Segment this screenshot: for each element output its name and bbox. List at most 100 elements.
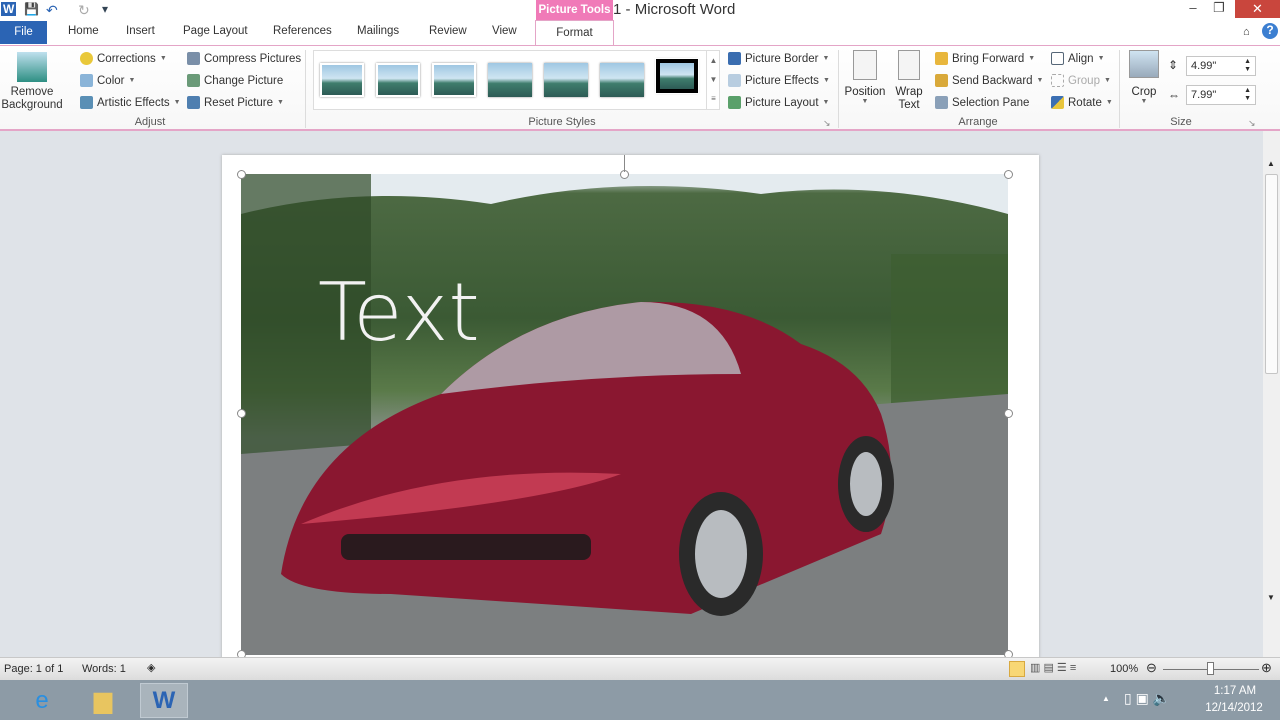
restore-button[interactable]: ❐ — [1205, 0, 1233, 18]
styles-dialog-launcher[interactable]: ↘ — [823, 118, 831, 129]
tab-review[interactable]: Review — [429, 25, 467, 37]
proofing-icon[interactable]: ◈ — [147, 661, 155, 674]
align-icon — [1051, 52, 1064, 65]
vertical-scrollbar[interactable]: ▲ ▼ — [1263, 131, 1280, 657]
status-bar: Page: 1 of 1 Words: 1 ◈ ▥ ▤ ☰ ≡ 100% ⊖ ⊕ — [0, 657, 1280, 680]
tab-insert[interactable]: Insert — [126, 25, 155, 37]
width-input[interactable]: 7.99" ▲ ▼ — [1186, 85, 1256, 105]
scroll-up-icon[interactable]: ▲ — [1267, 159, 1275, 168]
color-button[interactable]: Color ▼ — [80, 74, 135, 87]
picture-layout-icon — [728, 96, 741, 109]
reset-picture-icon — [187, 96, 200, 109]
picture-border-button[interactable]: Picture Border ▼ — [728, 52, 829, 65]
minimize-ribbon-icon[interactable]: ⌂ — [1243, 26, 1250, 38]
resize-handle[interactable] — [1004, 170, 1013, 179]
size-group-label: Size — [1170, 116, 1192, 128]
minimize-button[interactable]: – — [1179, 0, 1207, 18]
style-thumbnail[interactable] — [544, 63, 588, 97]
size-dialog-launcher[interactable]: ↘ — [1248, 118, 1256, 129]
scroll-thumb[interactable] — [1265, 174, 1278, 374]
window-title: Document1 - Microsoft Word — [544, 1, 736, 18]
tab-home[interactable]: Home — [68, 25, 99, 37]
ribbon-tabs: Home Insert Page Layout References Maili… — [0, 20, 1280, 45]
height-input[interactable]: 4.99" ▲ ▼ — [1186, 56, 1256, 76]
crop-icon — [1129, 50, 1159, 78]
tab-format[interactable]: Format — [535, 20, 614, 46]
tab-mailings[interactable]: Mailings — [357, 25, 399, 37]
tab-references[interactable]: References — [273, 25, 332, 37]
height-icon: ⇕ — [1168, 58, 1179, 72]
customize-qat-icon[interactable]: ▾ — [102, 2, 108, 16]
corrections-button[interactable]: Corrections ▼ — [80, 52, 167, 65]
tab-file[interactable]: File — [0, 21, 47, 44]
color-icon — [80, 74, 93, 87]
internet-explorer-icon[interactable]: e — [18, 683, 66, 718]
style-thumbnail[interactable] — [376, 63, 420, 97]
system-tray-icons[interactable]: ▯ ▣ 🔈 — [1124, 690, 1170, 707]
picture-effects-button[interactable]: Picture Effects ▼ — [728, 74, 830, 87]
crop-button[interactable]: Crop ▼ — [1126, 50, 1162, 105]
resize-handle[interactable] — [237, 409, 246, 418]
compress-pictures-button[interactable]: Compress Pictures — [187, 52, 301, 65]
tab-view[interactable]: View — [492, 25, 517, 37]
resize-handle[interactable] — [1004, 409, 1013, 418]
picture-tools-label: Picture Tools — [536, 0, 613, 20]
ribbon: Remove Background Corrections ▼ Color ▼ Ar… — [0, 45, 1280, 131]
bring-forward-button[interactable]: Bring Forward ▼ — [935, 52, 1035, 65]
word-taskbar-icon[interactable]: W — [140, 683, 188, 718]
redo-icon[interactable]: ↻ — [78, 2, 90, 19]
clock-time[interactable]: 1:17 AM — [1200, 685, 1270, 697]
align-button[interactable]: Align ▼ — [1051, 52, 1105, 65]
overlay-text[interactable]: Text — [318, 266, 480, 359]
zoom-slider-thumb[interactable] — [1207, 662, 1214, 675]
selection-pane-button[interactable]: Selection Pane — [935, 96, 1029, 109]
show-hidden-icons[interactable]: ▲ — [1102, 694, 1110, 703]
width-icon: ⇔ — [1168, 88, 1180, 102]
corrections-icon — [80, 52, 93, 65]
word-count[interactable]: Words: 1 — [82, 663, 126, 675]
print-layout-icon[interactable] — [1009, 661, 1025, 677]
height-spinner[interactable]: ▲ ▼ — [1244, 58, 1251, 74]
page-count[interactable]: Page: 1 of 1 — [4, 663, 63, 675]
send-backward-button[interactable]: Send Backward ▼ — [935, 74, 1043, 87]
change-picture-button[interactable]: Change Picture — [187, 74, 283, 87]
clock-date[interactable]: 12/14/2012 — [1196, 702, 1272, 714]
save-icon[interactable]: 💾 — [24, 2, 39, 16]
rotate-button[interactable]: Rotate ▼ — [1051, 96, 1113, 109]
adjust-group-label: Adjust — [134, 116, 166, 128]
help-icon[interactable]: ? — [1262, 23, 1278, 39]
artistic-effects-icon — [80, 96, 93, 109]
group-button: Group ▼ — [1051, 74, 1111, 87]
view-buttons-icon[interactable]: ▥ ▤ ☰ ≡ — [1030, 661, 1076, 674]
file-explorer-icon[interactable]: ▆ — [79, 683, 127, 718]
style-thumbnail[interactable] — [432, 63, 476, 97]
style-thumbnail[interactable] — [320, 63, 364, 97]
picture-layout-button[interactable]: Picture Layout ▼ — [728, 96, 829, 109]
zoom-out-icon[interactable]: ⊖ — [1146, 660, 1157, 676]
wrap-text-icon — [898, 50, 920, 80]
send-backward-icon — [935, 74, 948, 87]
undo-icon[interactable]: ↶ — [46, 2, 58, 19]
zoom-level[interactable]: 100% — [1110, 663, 1138, 675]
reset-picture-button[interactable]: Reset Picture ▼ — [187, 96, 284, 109]
picture-styles-gallery: ▲ ▼ ≡ — [313, 50, 720, 110]
tab-page-layout[interactable]: Page Layout — [183, 25, 248, 37]
style-thumbnail[interactable] — [600, 63, 644, 97]
resize-handle[interactable] — [237, 170, 246, 179]
close-button[interactable]: ✕ — [1235, 0, 1280, 18]
style-thumbnail-selected[interactable] — [655, 58, 699, 94]
gallery-scroll[interactable]: ▲ ▼ ≡ — [706, 51, 720, 109]
taskbar: e ▆ W ▲ ▯ ▣ 🔈 1:17 AM 12/14/2012 — [0, 680, 1280, 720]
car-picture[interactable]: Text — [241, 174, 1008, 655]
wrap-text-button[interactable]: Wrap Text — [890, 50, 928, 112]
picture-styles-group-label: Picture Styles — [528, 116, 596, 128]
width-spinner[interactable]: ▲ ▼ — [1244, 87, 1251, 103]
style-thumbnail[interactable] — [488, 63, 532, 97]
scroll-down-icon[interactable]: ▼ — [1267, 593, 1275, 602]
artistic-effects-button[interactable]: Artistic Effects ▼ — [80, 96, 181, 109]
remove-background-button[interactable]: Remove Background — [0, 52, 64, 112]
position-button[interactable]: Position ▼ — [843, 50, 887, 105]
word-app-icon[interactable]: W — [1, 2, 17, 16]
zoom-in-icon[interactable]: ⊕ — [1261, 660, 1272, 676]
rotation-handle[interactable] — [624, 155, 625, 172]
